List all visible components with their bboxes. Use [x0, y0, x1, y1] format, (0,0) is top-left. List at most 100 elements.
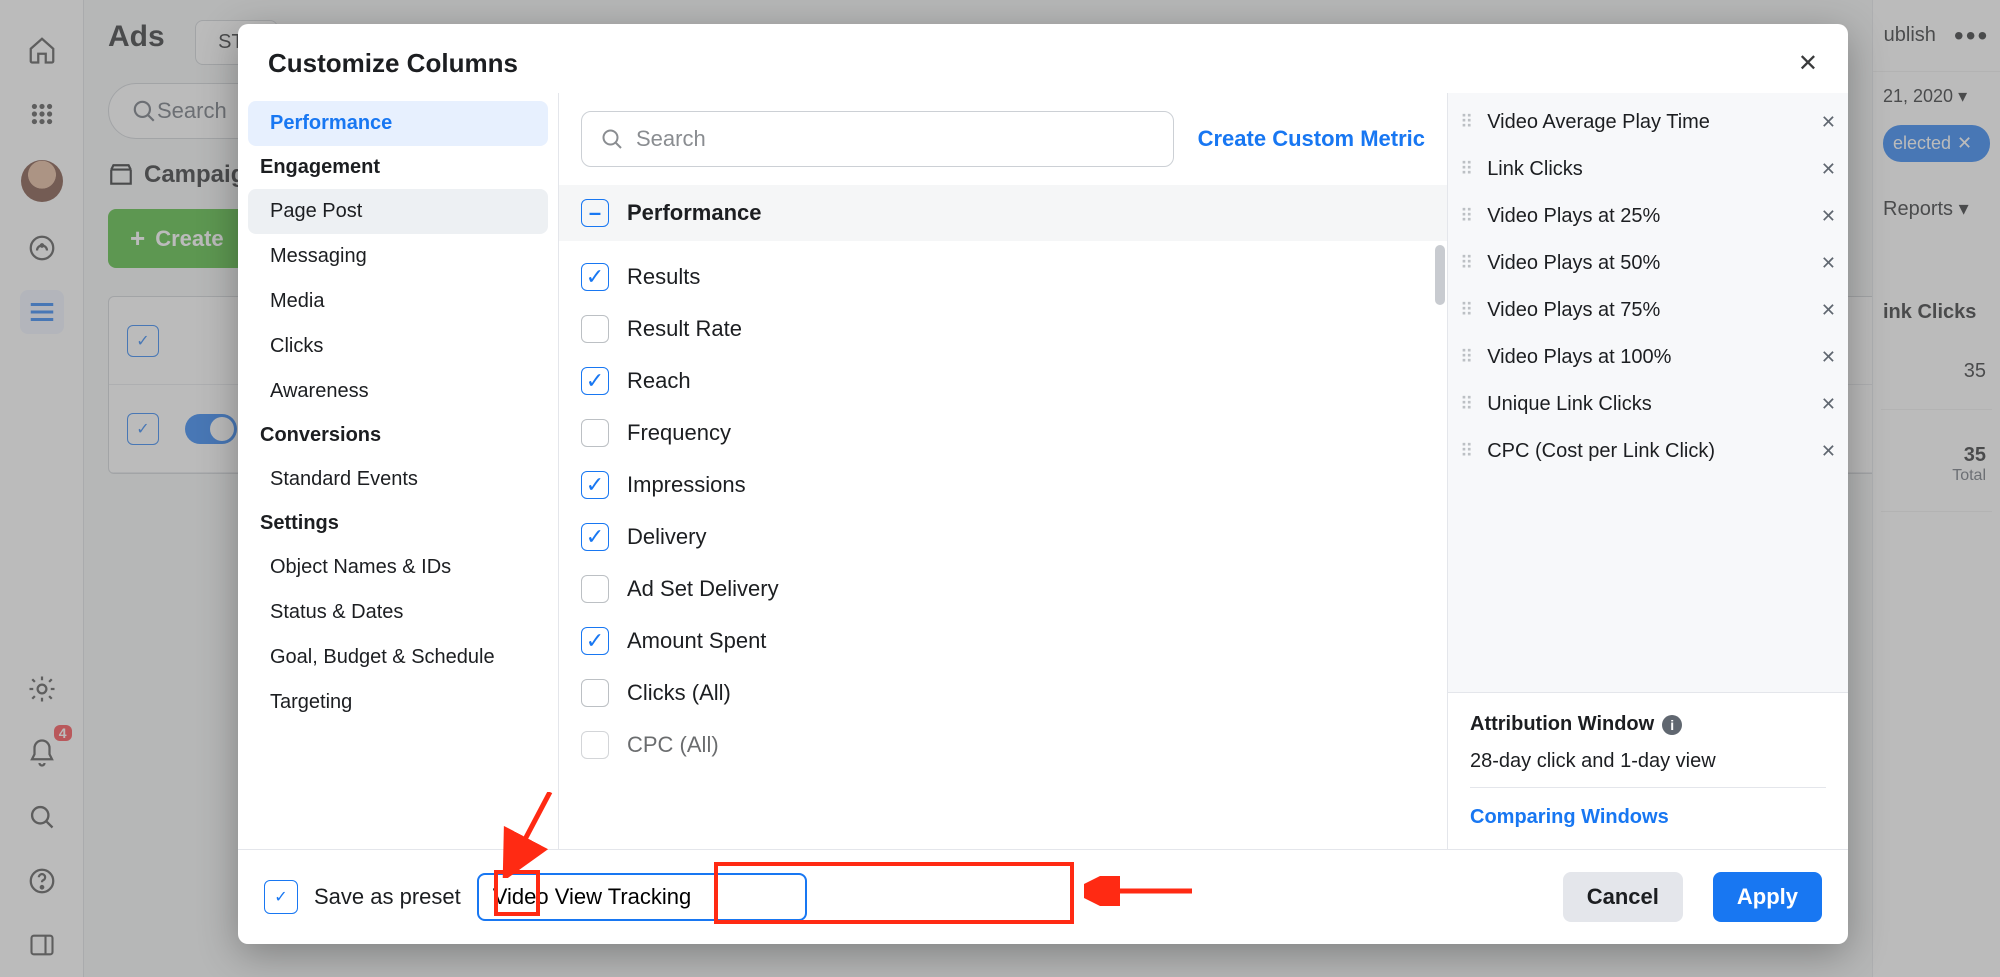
category-item[interactable]: Object Names & IDs [248, 545, 548, 590]
metric-option[interactable]: ✓ Results [581, 251, 1447, 303]
metric-label: Frequency [627, 420, 731, 446]
metric-checkbox[interactable] [581, 419, 609, 447]
metric-option[interactable]: ✓ Reach [581, 355, 1447, 407]
remove-column-icon[interactable]: ✕ [1821, 347, 1836, 368]
metric-group-header[interactable]: – Performance [559, 185, 1447, 241]
metric-option[interactable]: ✓ Amount Spent [581, 615, 1447, 667]
attribution-value: 28-day click and 1-day view [1470, 750, 1826, 773]
selected-column-row[interactable]: ⠿ Video Average Play Time ✕ [1452, 99, 1844, 146]
category-item[interactable]: Standard Events [248, 457, 548, 502]
metric-checkbox[interactable] [581, 315, 609, 343]
category-item[interactable]: Goal, Budget & Schedule [248, 635, 548, 680]
metric-option[interactable]: Clicks (All) [581, 667, 1447, 719]
metric-option[interactable]: Ad Set Delivery [581, 563, 1447, 615]
selected-column-row[interactable]: ⠿Video Plays at 75%✕ [1452, 287, 1844, 334]
save-preset-label: Save as preset [314, 884, 461, 910]
create-custom-metric-link[interactable]: Create Custom Metric [1198, 126, 1425, 152]
preset-name-input[interactable] [477, 873, 807, 921]
remove-column-icon[interactable]: ✕ [1821, 300, 1836, 321]
metric-checkbox[interactable]: ✓ [581, 627, 609, 655]
category-item[interactable]: Media [248, 279, 548, 324]
drag-handle-icon[interactable]: ⠿ [1460, 253, 1475, 274]
metric-option[interactable]: Result Rate [581, 303, 1447, 355]
metric-checkbox[interactable]: ✓ [581, 263, 609, 291]
selected-column-row[interactable]: ⠿ CPC (Cost per Link Click) ✕ [1452, 428, 1844, 475]
scrollbar-thumb[interactable] [1435, 245, 1445, 305]
drag-handle-icon[interactable]: ⠿ [1460, 300, 1475, 321]
metric-label: Clicks (All) [627, 680, 731, 706]
selected-columns-panel: ⠿Video Average Play Time✕⠿Link Clicks✕⠿V… [1448, 93, 1848, 849]
attribution-title: Attribution Window [1470, 713, 1654, 736]
selected-column-row[interactable]: ⠿ Unique Link Clicks ✕ [1452, 381, 1844, 428]
metric-option[interactable]: Frequency [581, 407, 1447, 459]
drag-handle-icon[interactable]: ⠿ [1460, 206, 1475, 227]
category-group: Engagement [248, 146, 548, 189]
metric-checkbox[interactable]: ✓ [581, 367, 609, 395]
selected-column-label: Video Average Play Time [1487, 111, 1710, 134]
category-group: Conversions [248, 414, 548, 457]
save-preset-checkbox[interactable]: ✓ [264, 880, 298, 914]
selected-column-label: Video Plays at 100% [1487, 346, 1671, 369]
customize-columns-modal: Customize Columns ✕ PerformanceEngagemen… [238, 24, 1848, 944]
info-icon[interactable]: i [1662, 715, 1682, 735]
drag-handle-icon[interactable]: ⠿ [1460, 441, 1475, 462]
category-sidebar: PerformanceEngagementPage PostMessagingM… [238, 93, 558, 849]
metric-option[interactable]: CPC (All) [581, 719, 1447, 771]
selected-column-label: Unique Link Clicks [1487, 393, 1652, 416]
metric-checkbox[interactable]: ✓ [581, 471, 609, 499]
category-item[interactable]: Page Post [248, 189, 548, 234]
category-item[interactable]: Performance [248, 101, 548, 146]
remove-column-icon[interactable]: ✕ [1821, 394, 1836, 415]
metric-label: Results [627, 264, 700, 290]
metric-label: Result Rate [627, 316, 742, 342]
selected-column-label: Video Plays at 50% [1487, 252, 1660, 275]
selected-column-row[interactable]: ⠿ Video Plays at 50% ✕ [1452, 240, 1844, 287]
drag-handle-icon[interactable]: ⠿ [1460, 394, 1475, 415]
close-icon[interactable]: ✕ [1798, 49, 1818, 78]
drag-handle-icon[interactable]: ⠿ [1460, 347, 1475, 368]
selected-column-row[interactable]: ⠿ Video Plays at 25% ✕ [1452, 193, 1844, 240]
metric-search-input[interactable]: Search [581, 111, 1174, 167]
remove-column-icon[interactable]: ✕ [1821, 253, 1836, 274]
group-label: Performance [627, 200, 762, 226]
category-item[interactable]: Clicks [248, 324, 548, 369]
selected-column-label: CPC (Cost per Link Click) [1487, 440, 1715, 463]
metric-label: Amount Spent [627, 628, 766, 654]
remove-column-icon[interactable]: ✕ [1821, 206, 1836, 227]
category-item[interactable]: Status & Dates [248, 590, 548, 635]
modal-title: Customize Columns [268, 48, 518, 79]
remove-column-icon[interactable]: ✕ [1821, 112, 1836, 133]
metric-label: CPC (All) [627, 732, 719, 758]
modal-footer: ✓ Save as preset Cancel Apply [238, 849, 1848, 944]
drag-handle-icon[interactable]: ⠿ [1460, 159, 1475, 180]
selected-column-label: Link Clicks [1487, 158, 1583, 181]
attribution-section: Attribution Window i 28-day click and 1-d… [1448, 692, 1848, 849]
apply-button[interactable]: Apply [1713, 872, 1822, 922]
selected-column-label: Video Plays at 25% [1487, 205, 1660, 228]
selected-column-row[interactable]: ⠿ Link Clicks ✕ [1452, 146, 1844, 193]
metric-checkbox[interactable]: ✓ [581, 523, 609, 551]
metric-option[interactable]: ✓ Delivery [581, 511, 1447, 563]
category-item[interactable]: Targeting [248, 680, 548, 725]
metrics-panel: Search Create Custom Metric – Performanc… [558, 93, 1448, 849]
metric-label: Ad Set Delivery [627, 576, 779, 602]
category-item[interactable]: Messaging [248, 234, 548, 279]
selected-column-row[interactable]: ⠿ Video Plays at 100% ✕ [1452, 334, 1844, 381]
metric-checkbox[interactable] [581, 731, 609, 759]
metric-checkbox[interactable] [581, 575, 609, 603]
remove-column-icon[interactable]: ✕ [1821, 159, 1836, 180]
drag-handle-icon[interactable]: ⠿ [1460, 112, 1475, 133]
metric-label: Impressions [627, 472, 746, 498]
cancel-button[interactable]: Cancel [1563, 872, 1683, 922]
search-placeholder: Search [636, 126, 706, 152]
indeterminate-checkbox[interactable]: – [581, 199, 609, 227]
metric-label: Delivery [627, 524, 706, 550]
category-group: Settings [248, 502, 548, 545]
comparing-windows-link[interactable]: Comparing Windows [1470, 787, 1826, 829]
metrics-list: ✓ Results Result Rate ✓ Reach Frequency ✓ Impre… [559, 241, 1447, 849]
metric-label: Reach [627, 368, 691, 394]
metric-option[interactable]: ✓ Impressions [581, 459, 1447, 511]
remove-column-icon[interactable]: ✕ [1821, 441, 1836, 462]
category-item[interactable]: Awareness [248, 369, 548, 414]
metric-checkbox[interactable] [581, 679, 609, 707]
